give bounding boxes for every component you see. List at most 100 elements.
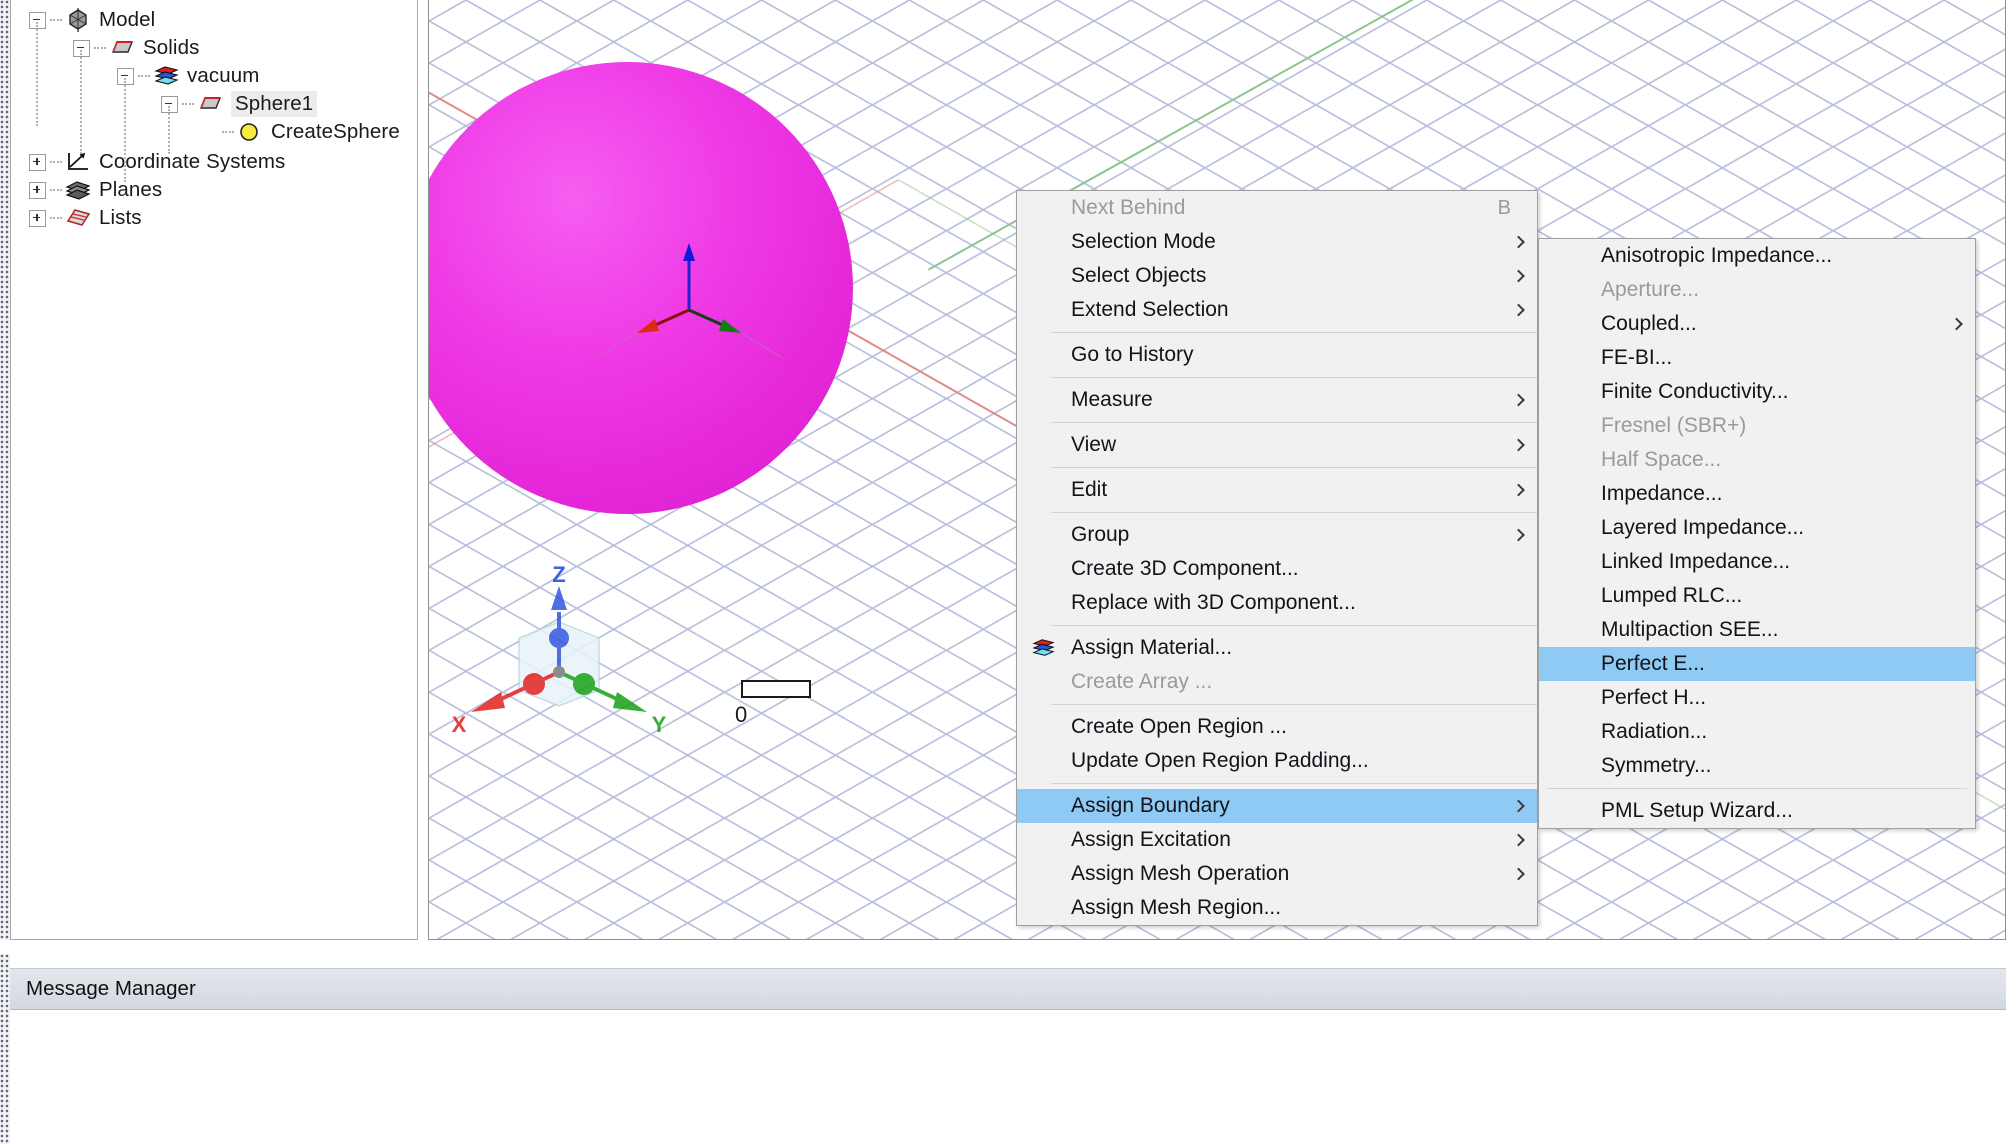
- tree-item-planes[interactable]: Planes: [29, 176, 162, 204]
- tree-connector: [222, 131, 234, 134]
- menu-item-fresnel-sbr: Fresnel (SBR+): [1539, 409, 1975, 443]
- menu-item-label: Edit: [1071, 478, 1537, 502]
- menu-item-edit[interactable]: Edit: [1017, 473, 1537, 507]
- tree-item-label: Model: [99, 8, 155, 32]
- menu-item-label: Half Space...: [1601, 448, 1975, 472]
- model-tree-panel[interactable]: Model SolidsvacuumSphere1CreateSphere Coor…: [10, 0, 418, 940]
- menu-item-select-objects[interactable]: Select Objects: [1017, 259, 1537, 293]
- menu-item-anisotropic-impedance[interactable]: Anisotropic Impedance...: [1539, 239, 1975, 273]
- menu-item-assign-boundary[interactable]: Assign Boundary: [1017, 789, 1537, 823]
- menu-item-perfect-e[interactable]: Perfect E...: [1539, 647, 1975, 681]
- tree-connector-line: [124, 78, 126, 182]
- menu-item-label: Assign Boundary: [1071, 794, 1537, 818]
- menu-item-label: Fresnel (SBR+): [1601, 414, 1975, 438]
- menu-item-label: PML Setup Wizard...: [1601, 799, 1975, 823]
- menu-item-assign-mesh-operation[interactable]: Assign Mesh Operation: [1017, 857, 1537, 891]
- menu-item-create-array: Create Array ...: [1017, 665, 1537, 699]
- menu-item-replace-with-3d-component[interactable]: Replace with 3D Component...: [1017, 586, 1537, 620]
- context-menu[interactable]: Next BehindB Selection Mode Select Objects…: [1016, 190, 1538, 926]
- tree-item-label: Coordinate Systems: [99, 150, 285, 174]
- menu-item-label: Symmetry...: [1601, 754, 1975, 778]
- menu-item-pml-setup-wizard[interactable]: PML Setup Wizard...: [1539, 794, 1975, 828]
- tree-item-createsphere[interactable]: CreateSphere: [205, 118, 400, 146]
- menu-item-label: Create 3D Component...: [1071, 557, 1537, 581]
- expand-icon[interactable]: [29, 154, 46, 171]
- menu-item-label: Layered Impedance...: [1601, 516, 1975, 540]
- expand-icon[interactable]: [29, 210, 46, 227]
- planes-icon: [64, 178, 92, 202]
- menu-item-label: View: [1071, 433, 1537, 457]
- menu-item-label: Replace with 3D Component...: [1071, 591, 1537, 615]
- menu-item-perfect-h[interactable]: Perfect H...: [1539, 681, 1975, 715]
- tree-item-label: Solids: [143, 36, 199, 60]
- tree-item-lists[interactable]: Lists: [29, 204, 142, 232]
- menu-item-extend-selection[interactable]: Extend Selection: [1017, 293, 1537, 327]
- menu-item-assign-mesh-region[interactable]: Assign Mesh Region...: [1017, 891, 1537, 925]
- tree-item-model[interactable]: Model: [29, 6, 155, 34]
- menu-item-lumped-rlc[interactable]: Lumped RLC...: [1539, 579, 1975, 613]
- tree-item-vacuum[interactable]: vacuum: [117, 62, 259, 90]
- menu-item-radiation[interactable]: Radiation...: [1539, 715, 1975, 749]
- menu-item-measure[interactable]: Measure: [1017, 383, 1537, 417]
- menu-item-shortcut: B: [1498, 197, 1537, 220]
- menu-separator: [1051, 422, 1537, 423]
- svg-text:Z: Z: [552, 562, 565, 587]
- menu-item-go-to-history[interactable]: Go to History: [1017, 338, 1537, 372]
- menu-item-label: Select Objects: [1071, 264, 1537, 288]
- menu-item-label: Anisotropic Impedance...: [1601, 244, 1975, 268]
- menu-separator: [1051, 704, 1537, 705]
- message-manager-panel[interactable]: Message Manager: [10, 954, 2006, 1144]
- menu-item-assign-excitation[interactable]: Assign Excitation: [1017, 823, 1537, 857]
- message-manager-header: Message Manager: [10, 968, 2006, 1010]
- material-icon: [1029, 637, 1057, 659]
- axis-triad-gizmo[interactable]: Z X Y: [429, 560, 729, 760]
- menu-item-linked-impedance[interactable]: Linked Impedance...: [1539, 545, 1975, 579]
- message-manager-body[interactable]: [10, 1010, 2006, 1144]
- expand-icon[interactable]: [29, 182, 46, 199]
- menu-item-impedance[interactable]: Impedance...: [1539, 477, 1975, 511]
- menu-item-aperture: Aperture...: [1539, 273, 1975, 307]
- menu-item-layered-impedance[interactable]: Layered Impedance...: [1539, 511, 1975, 545]
- menu-item-label: Measure: [1071, 388, 1537, 412]
- solid-icon: [196, 92, 224, 116]
- menu-item-label: Lumped RLC...: [1601, 584, 1975, 608]
- scale-bar: [741, 680, 811, 698]
- axes-icon: [64, 150, 92, 174]
- menu-item-multipaction-see[interactable]: Multipaction SEE...: [1539, 613, 1975, 647]
- tree-item-solids[interactable]: Solids: [73, 34, 199, 62]
- menu-item-label: Go to History: [1071, 343, 1537, 367]
- menu-item-label: Create Array ...: [1071, 670, 1537, 694]
- assign-boundary-submenu[interactable]: Anisotropic Impedance... Aperture...Coupl…: [1538, 238, 1976, 829]
- menu-item-symmetry[interactable]: Symmetry...: [1539, 749, 1975, 783]
- menu-item-create-3d-component[interactable]: Create 3D Component...: [1017, 552, 1537, 586]
- menu-item-label: Group: [1071, 523, 1537, 547]
- menu-item-create-open-region[interactable]: Create Open Region ...: [1017, 710, 1537, 744]
- menu-item-label: Perfect E...: [1601, 652, 1975, 676]
- menu-item-label: Update Open Region Padding...: [1071, 749, 1537, 773]
- tree-item-label: Lists: [99, 206, 142, 230]
- menu-item-selection-mode[interactable]: Selection Mode: [1017, 225, 1537, 259]
- left-dock-gripper[interactable]: [0, 0, 10, 940]
- lists-icon: [64, 206, 92, 230]
- menu-item-coupled[interactable]: Coupled...: [1539, 307, 1975, 341]
- menu-item-fe-bi[interactable]: FE-BI...: [1539, 341, 1975, 375]
- tree-item-sphere1[interactable]: Sphere1: [161, 90, 317, 118]
- menu-item-label: Next Behind: [1071, 196, 1498, 220]
- menu-item-label: Selection Mode: [1071, 230, 1537, 254]
- menu-item-group[interactable]: Group: [1017, 518, 1537, 552]
- tree-item-coordinate-systems[interactable]: Coordinate Systems: [29, 148, 285, 176]
- message-manager-left-gripper[interactable]: [0, 954, 10, 1144]
- tree-connector: [182, 103, 194, 106]
- message-manager-title: Message Manager: [10, 977, 196, 1001]
- menu-item-assign-material[interactable]: Assign Material...: [1017, 631, 1537, 665]
- menu-item-update-open-region-padding[interactable]: Update Open Region Padding...: [1017, 744, 1537, 778]
- menu-item-finite-conductivity[interactable]: Finite Conductivity...: [1539, 375, 1975, 409]
- tree-item-label: CreateSphere: [271, 120, 400, 144]
- menu-item-view[interactable]: View: [1017, 428, 1537, 462]
- tree-connector: [50, 161, 62, 164]
- operation-icon: [236, 120, 264, 144]
- tree-connector-line: [36, 22, 38, 126]
- tree-item-label: Planes: [99, 178, 162, 202]
- menu-item-next-behind: Next BehindB: [1017, 191, 1537, 225]
- menu-item-label: Linked Impedance...: [1601, 550, 1975, 574]
